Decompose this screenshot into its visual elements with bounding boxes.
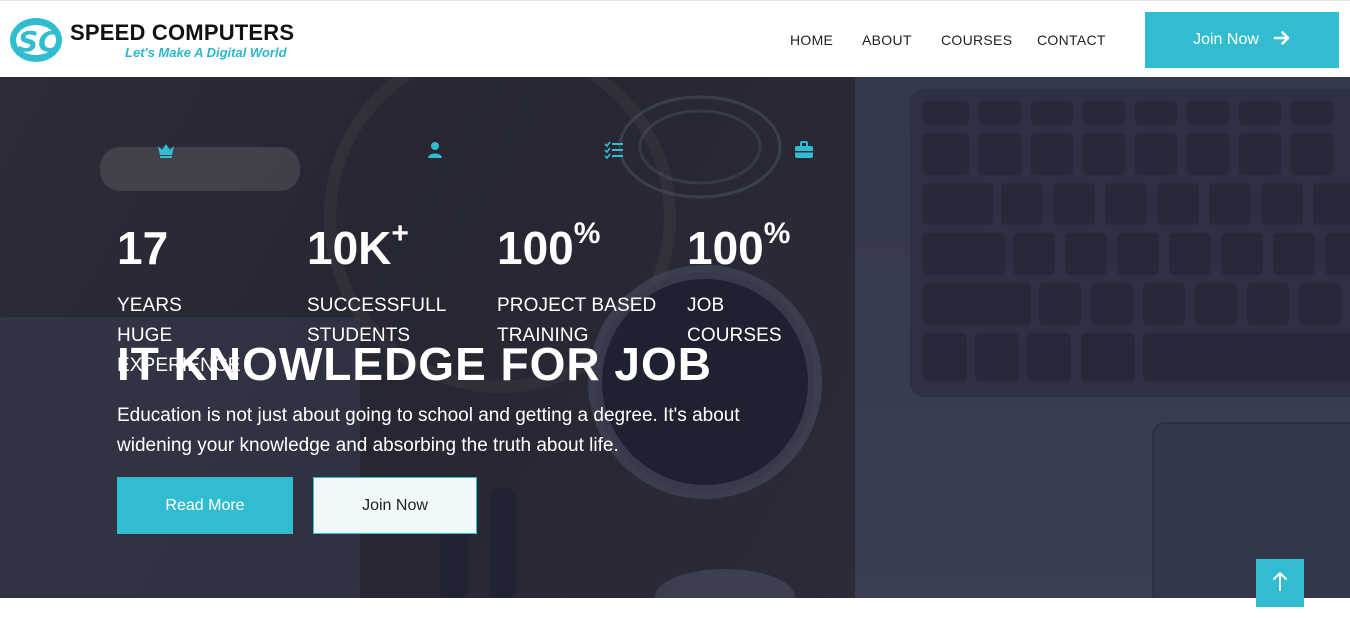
arrow-up-icon — [1271, 571, 1289, 596]
nav-courses[interactable]: COURSES — [941, 32, 1012, 48]
user-icon — [425, 141, 445, 159]
stat-number: 100% — [497, 219, 600, 274]
stat-number-value: 100 — [687, 222, 764, 274]
scroll-to-top-button[interactable] — [1256, 559, 1304, 607]
stat-label: JOB COURSES — [687, 291, 857, 351]
hero-join-now-button[interactable]: Join Now — [313, 477, 477, 534]
hero-description: Education is not just about going to sch… — [117, 405, 740, 456]
read-more-button[interactable]: Read More — [117, 477, 293, 534]
hero-section: 17 YEARS HUGE EXPERIENCE 10K+ SUCCESSFUL… — [0, 77, 1350, 598]
stat-label-line: SUCCESSFULL — [307, 295, 447, 316]
nav-home[interactable]: HOME — [790, 32, 833, 48]
hero-title: IT KNOWLEDGE FOR JOB — [117, 338, 712, 390]
brand-tagline: Let's Make A Digital World — [125, 45, 287, 60]
header-join-now-button[interactable]: Join Now — [1145, 12, 1339, 68]
nav-contact[interactable]: CONTACT — [1037, 32, 1106, 48]
stat-label-line: PROJECT BASED — [497, 295, 657, 316]
briefcase-icon — [794, 141, 814, 159]
stat-number: 17 — [117, 225, 168, 271]
stat-number-value: 100 — [497, 222, 574, 274]
stat-number-suffix: + — [391, 217, 409, 250]
stat-label-line: JOB — [687, 295, 725, 316]
stat-label-line: COURSES — [687, 325, 782, 346]
header-join-now-label: Join Now — [1193, 31, 1259, 48]
svg-text:SC: SC — [18, 25, 59, 58]
brand-name[interactable]: SPEED COMPUTERS — [70, 20, 294, 46]
stat-number-value: 17 — [117, 222, 169, 274]
stat-number-suffix: % — [763, 217, 791, 250]
list-check-icon — [604, 141, 624, 160]
stat-number: 10K+ — [307, 219, 409, 274]
arrow-right-icon — [1273, 29, 1291, 52]
stat-number: 100% — [687, 219, 790, 274]
stat-number-value: 10K — [307, 222, 392, 274]
logo-icon[interactable]: SC — [9, 15, 63, 65]
crown-icon — [156, 141, 176, 159]
site-header: SC SPEED COMPUTERS Let's Make A Digital … — [0, 0, 1350, 77]
stat-label-line: YEARS — [117, 295, 182, 316]
stat-number-suffix: % — [573, 217, 601, 250]
nav-about[interactable]: ABOUT — [862, 32, 912, 48]
